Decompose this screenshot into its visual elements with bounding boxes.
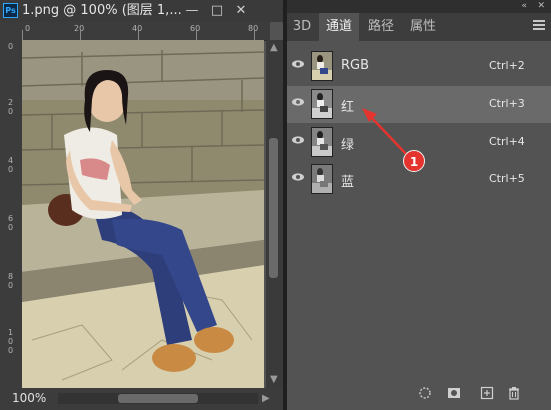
- annotation-arrow: [362, 108, 408, 156]
- annotation-badge: 1: [403, 150, 425, 172]
